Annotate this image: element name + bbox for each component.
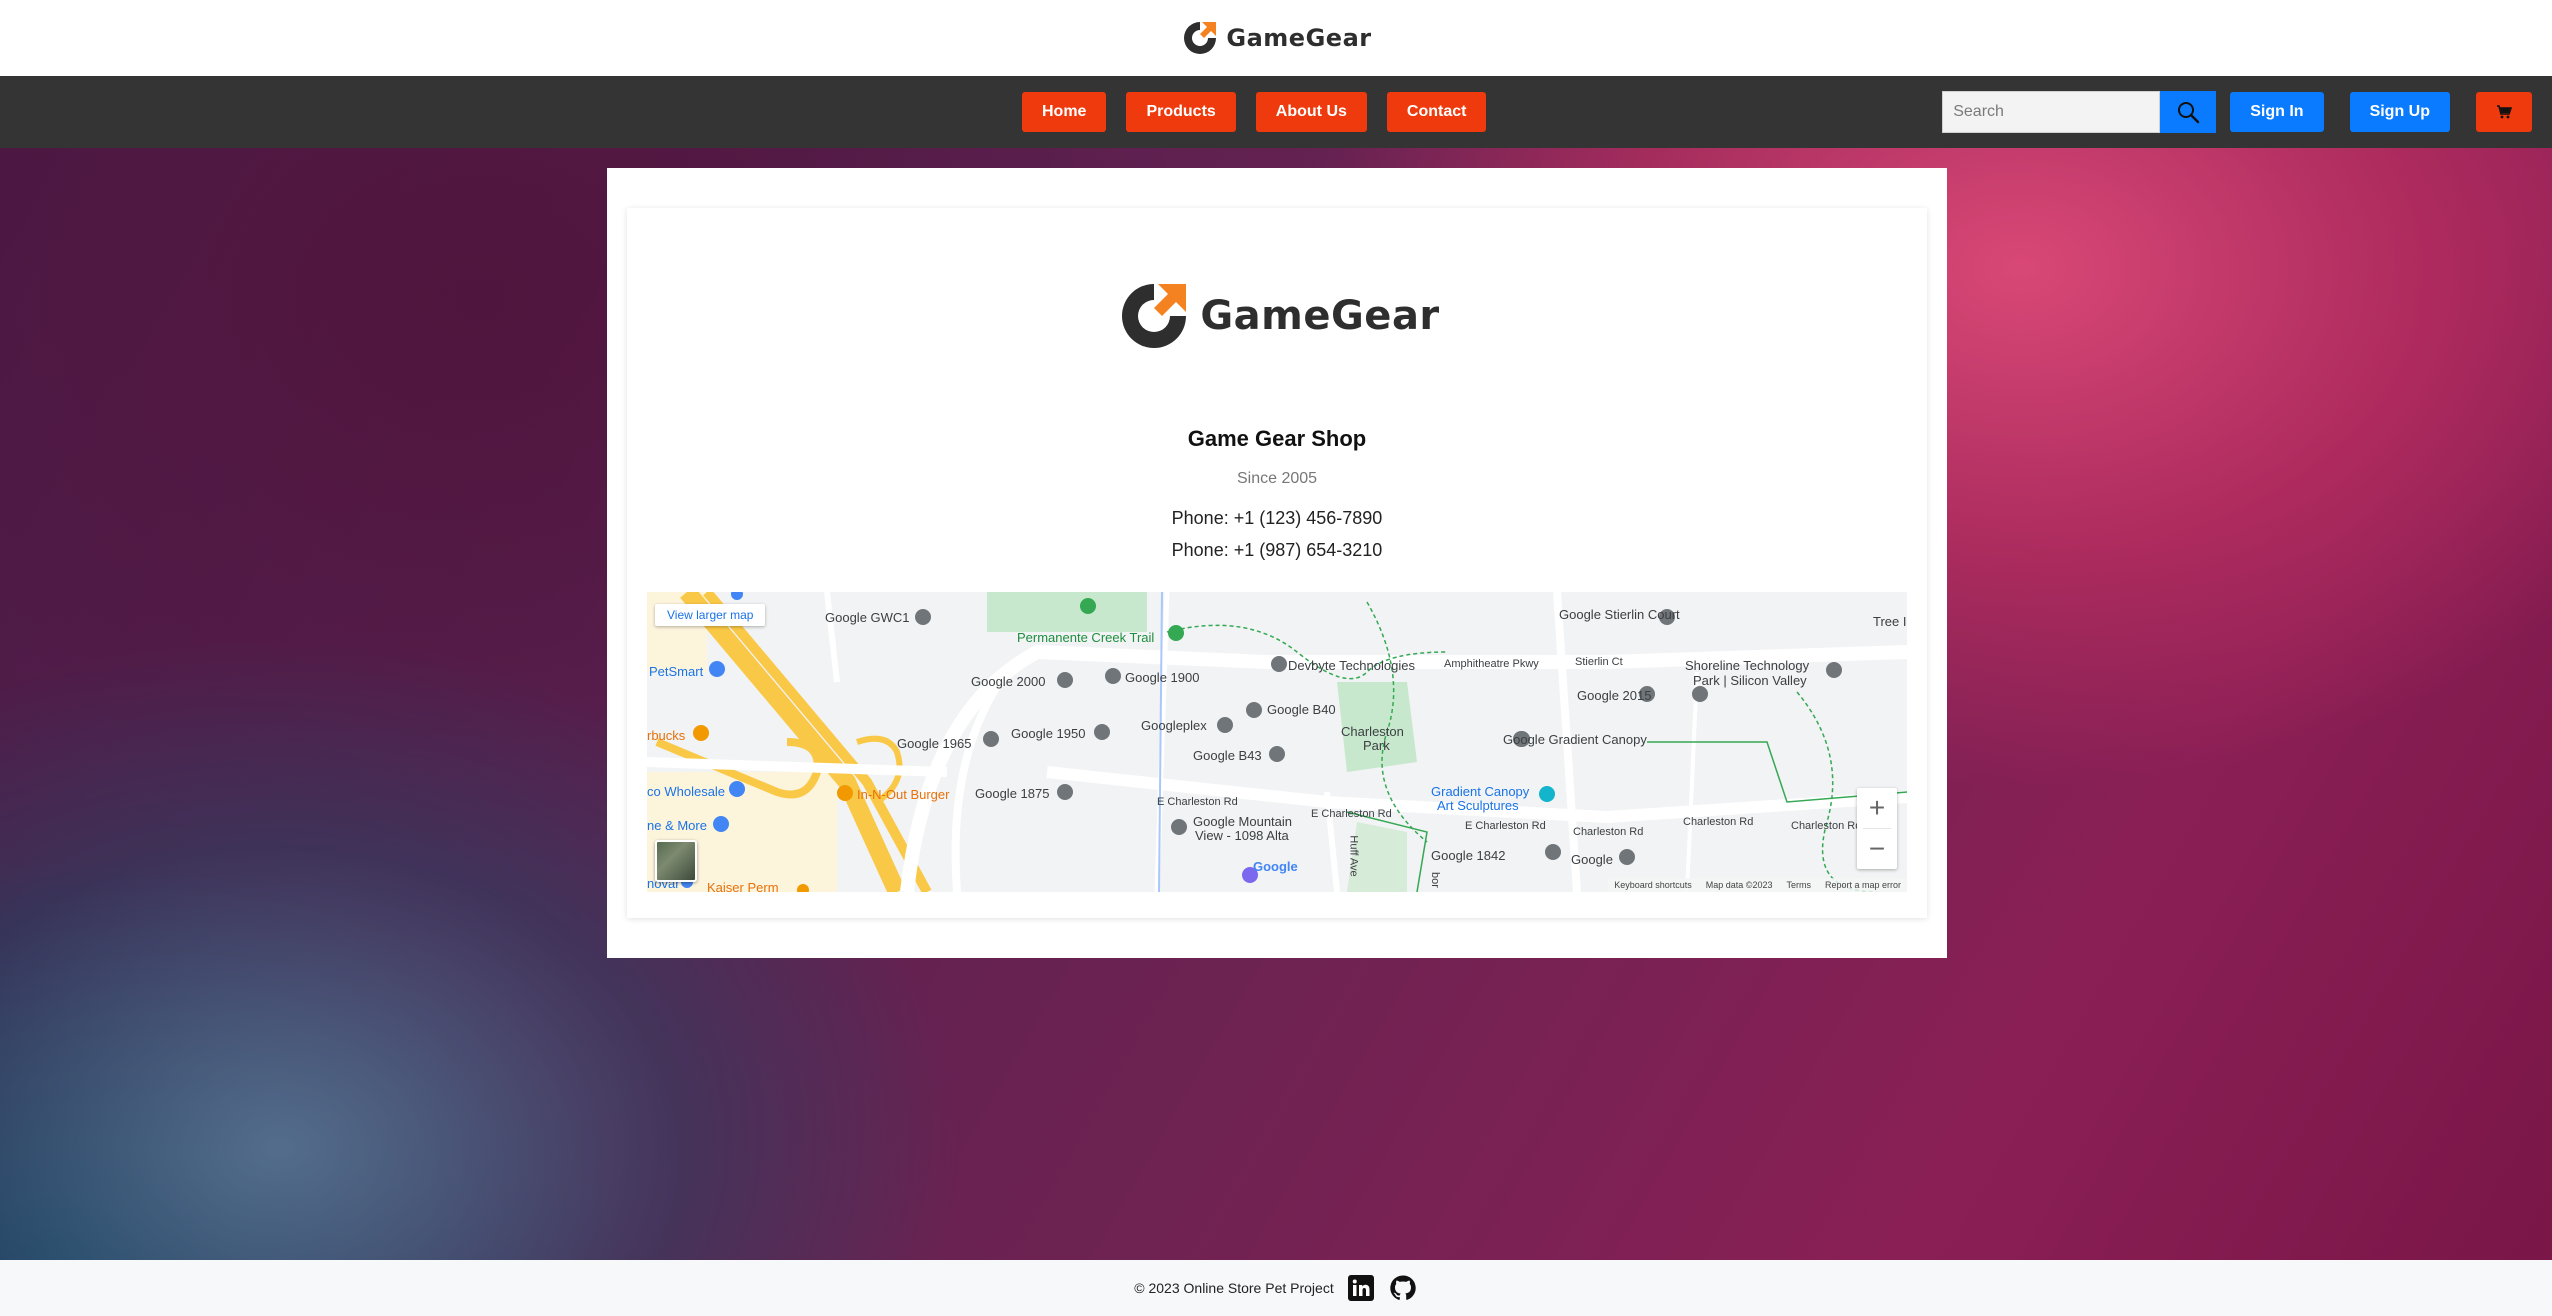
view-larger-map-link[interactable]: View larger map [655,604,766,626]
map-label: ne & More [647,818,707,833]
map-label: Google [1571,852,1613,867]
zoom-controls: + − [1857,788,1897,869]
map-label: E Charleston Rd [1311,808,1392,820]
nav-about-button[interactable]: About Us [1255,92,1367,132]
map-label: Park [1363,738,1390,753]
map-label: Google B40 [1267,702,1336,717]
map-label: PetSmart [649,664,704,679]
map-label: Tree I [1873,614,1907,629]
map-label: Art Sculptures [1437,798,1519,813]
embedded-map[interactable]: View larger map Google GWC1 Permanente C… [647,592,1907,892]
map-label: Stierlin Ct [1575,656,1623,668]
map-label: Google Gradient Canopy [1503,732,1647,747]
navbar: Home Products About Us Contact Sign In S… [0,76,2552,148]
brand-logo[interactable]: GameGear [1180,18,1371,58]
map-label: E Charleston Rd [1465,820,1546,832]
map-label: Google 1950 [1011,726,1086,741]
brand-bar: GameGear [0,0,2552,76]
satellite-toggle[interactable] [655,840,697,882]
linkedin-icon [1347,1275,1374,1301]
map-label: In-N-Out Burger [857,787,950,802]
brand-name: GameGear [1226,24,1372,52]
cart-icon [2497,105,2512,119]
nav-home-button[interactable]: Home [1022,92,1107,132]
contact-logo: GameGear [627,276,1927,356]
map-label: Googleplex [1141,718,1207,733]
linkedin-link[interactable] [1346,1273,1376,1303]
phone-1: Phone: +1 (123) 456-7890 [1171,508,1383,528]
map-label: Google 1965 [897,736,972,751]
zoom-out-button[interactable]: − [1857,829,1897,869]
sign-in-button[interactable]: Sign In [2230,92,2324,132]
shop-name: Game Gear Shop [1187,426,1367,451]
map-label: Gradient Canopy [1431,784,1530,799]
map-label: Google B43 [1193,748,1262,763]
phone-2: Phone: +1 (987) 654-3210 [1171,540,1383,560]
contact-section: GameGear Game Gear Shop Since 2005 Phone… [607,168,1947,958]
map-data-text: Map data ©2023 [1705,880,1773,890]
map-label: Google 1900 [1125,670,1200,685]
map-label: Google 2015 [1577,688,1652,703]
map-label: Google 1842 [1431,848,1506,863]
map-attribution: Keyboard shortcuts Map data ©2023 Terms … [1608,878,1907,892]
map-label: Amphitheatre Pkwy [1444,658,1539,670]
google-watermark-text: Google [1253,859,1298,874]
keyboard-shortcuts-link[interactable]: Keyboard shortcuts [1614,880,1692,890]
github-link[interactable] [1388,1273,1418,1303]
since-text: Since 2005 [1236,470,1318,487]
map-label: Kaiser Perm [707,880,779,892]
map-label: Charleston Rd [1683,816,1754,828]
map-label: Charleston Rd [1573,826,1644,838]
map-label: E Charleston Rd [1157,796,1238,808]
map-label: Google GWC1 [825,610,910,625]
cart-button[interactable] [2476,92,2532,132]
map-label: Google Stierlin Court [1559,607,1680,622]
terms-link[interactable]: Terms [1786,880,1811,890]
map-label: Charleston Rd [1791,820,1862,832]
contact-card: GameGear Game Gear Shop Since 2005 Phone… [627,208,1927,918]
nav-links: Home Products About Us Contact [1022,92,1487,132]
map-label: Huff Ave [1347,835,1360,877]
search-form [1942,91,2217,133]
footer: © 2023 Online Store Pet Project [0,1260,2552,1316]
gamegear-logo-icon [1184,22,1217,54]
map-label: View - 1098 Alta [1195,828,1289,843]
map-label: bor [1428,872,1441,888]
map-label: Charleston [1341,724,1404,739]
map-label: Google 2000 [971,674,1046,689]
footer-copyright: © 2023 Online Store Pet Project [1134,1280,1334,1296]
map-label: Permanente Creek Trail [1017,630,1155,645]
nav-right: Sign In Sign Up [1942,91,2532,133]
search-input[interactable] [1942,91,2161,133]
nav-contact-button[interactable]: Contact [1386,92,1487,132]
map-label: rbucks [647,728,686,743]
github-icon [1390,1275,1416,1300]
search-button[interactable] [2160,91,2217,133]
nav-products-button[interactable]: Products [1126,92,1236,132]
map-label: Park | Silicon Valley [1693,673,1807,688]
map-label: Google Mountain [1193,814,1293,829]
map-base [647,592,1907,892]
google-watermark: Google [1253,859,1298,874]
contact-logo-text: GameGear [1200,293,1440,339]
map-label: Shoreline Technology [1685,658,1810,673]
map-label: Devbyte Technologies [1288,658,1415,673]
sign-up-button[interactable]: Sign Up [2349,92,2450,132]
map-label: Google 1875 [975,786,1050,801]
zoom-in-button[interactable]: + [1857,788,1897,828]
report-error-link[interactable]: Report a map error [1825,880,1901,890]
map-label: co Wholesale [647,784,726,799]
gamegear-logo-icon [1122,284,1187,348]
search-icon [2178,102,2200,124]
